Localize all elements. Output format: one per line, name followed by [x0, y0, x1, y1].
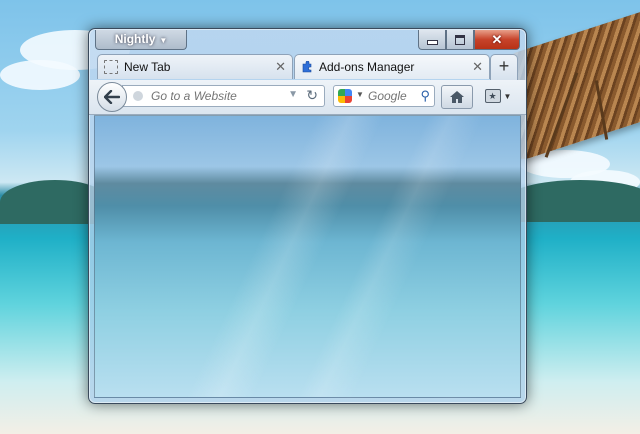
- tab-label: Add-ons Manager: [319, 60, 415, 74]
- search-bar[interactable]: ▼ ⚲: [333, 85, 435, 107]
- puzzle-piece-icon: [302, 61, 312, 73]
- page-content-area[interactable]: [94, 115, 521, 398]
- tab-new-tab[interactable]: New Tab ✕: [97, 54, 293, 79]
- navigation-toolbar: ▼ ↻ ▼ ⚲ ★ ▼: [89, 80, 526, 115]
- back-arrow-icon: [104, 90, 120, 104]
- close-button[interactable]: ✕: [474, 30, 520, 50]
- thatched-roof: [510, 5, 640, 165]
- tab-addons-manager[interactable]: Add-ons Manager ✕: [294, 54, 490, 79]
- maximize-button[interactable]: [446, 30, 474, 50]
- history-dropdown-icon[interactable]: ▼: [288, 89, 298, 100]
- search-icon[interactable]: ⚲: [420, 88, 430, 104]
- app-menu-button[interactable]: Nightly ▼: [95, 30, 187, 50]
- close-icon: ✕: [491, 32, 503, 47]
- url-input[interactable]: [151, 88, 281, 104]
- blank-page-icon: [104, 60, 118, 74]
- back-button[interactable]: [97, 82, 127, 112]
- home-icon: [450, 91, 464, 103]
- tab-close-icon[interactable]: ✕: [472, 59, 483, 75]
- url-bar[interactable]: ▼ ↻: [122, 85, 325, 107]
- bookmarks-star-icon: ★: [484, 89, 501, 103]
- title-bar: Nightly ▼ ✕: [89, 29, 526, 55]
- engine-dropdown-icon[interactable]: ▼: [356, 90, 364, 99]
- tab-close-icon[interactable]: ✕: [275, 59, 286, 75]
- bookmarks-button[interactable]: ★ ▼: [481, 85, 515, 107]
- new-tab-button[interactable]: +: [490, 54, 518, 80]
- home-button[interactable]: [441, 85, 473, 109]
- search-input[interactable]: [368, 88, 416, 104]
- globe-icon: [133, 91, 143, 101]
- minimize-icon: [426, 40, 438, 45]
- chevron-down-icon: ▼: [159, 36, 168, 45]
- chevron-down-icon: ▼: [503, 91, 512, 101]
- minimize-button[interactable]: [418, 30, 446, 50]
- tab-label: New Tab: [124, 60, 171, 74]
- reload-icon[interactable]: ↻: [306, 87, 318, 104]
- tab-strip: New Tab ✕ Add-ons Manager ✕ +: [95, 54, 520, 80]
- maximize-icon: [455, 34, 465, 45]
- browser-window: Nightly ▼ ✕ New Tab ✕ Add-ons Manager ✕ +…: [88, 28, 527, 404]
- caption-buttons: ✕: [418, 30, 520, 50]
- google-engine-icon[interactable]: [338, 89, 352, 103]
- app-menu-label: Nightly: [114, 32, 156, 46]
